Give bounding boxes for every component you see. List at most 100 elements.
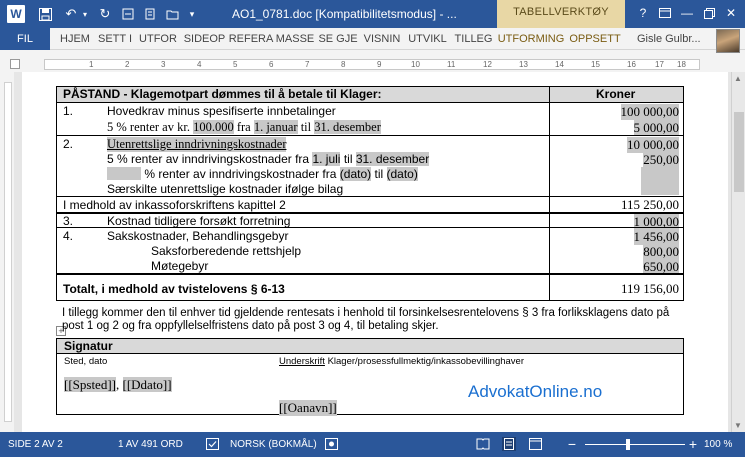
interest-addendum: I tillegg kommer den til enhver tid gjel… (62, 307, 670, 332)
scroll-down-icon[interactable]: ▼ (734, 421, 742, 430)
word-logo-icon[interactable]: W (7, 5, 25, 23)
customize-qat-icon[interactable]: ▾ (186, 5, 198, 23)
row-subline: Særskilte utenrettslige kostnader ifølge… (107, 182, 344, 196)
tab-table-design[interactable]: UTFORMING (498, 28, 565, 50)
tab-selector-icon[interactable] (10, 59, 20, 69)
vertical-scrollbar[interactable]: ▲ ▼ (731, 72, 745, 432)
scroll-up-icon[interactable]: ▲ (734, 74, 742, 83)
place-date-label: Sted, dato (64, 356, 108, 367)
amount-value[interactable]: 1 456,00 (633, 229, 679, 245)
proofing-icon[interactable] (205, 437, 219, 451)
tab-home[interactable]: HJEM (56, 28, 94, 50)
ruler-label: 16 (627, 60, 636, 69)
amount-field-empty[interactable] (641, 167, 679, 195)
amount-value[interactable]: 10 000,00 (627, 137, 679, 153)
restore-icon[interactable] (698, 4, 720, 22)
zoom-slider[interactable] (585, 444, 685, 445)
tab-table-layout[interactable]: OPPSETT (566, 28, 624, 50)
signer-name-field[interactable]: [[Oanavn]] (279, 400, 337, 416)
tab-developer[interactable]: UTVIKL (405, 28, 450, 50)
amount-value[interactable]: 100 000,00 (620, 104, 679, 120)
ribbon-display-icon[interactable] (654, 4, 676, 22)
to-date-field[interactable]: 31. desember (314, 120, 381, 134)
print-preview-icon[interactable] (142, 5, 158, 23)
signer-label: Underskrift Klager/prosessfullmektig/ink… (279, 356, 525, 367)
tab-addins[interactable]: TILLEG (451, 28, 496, 50)
place-field[interactable]: [[Spsted]] (64, 377, 116, 392)
touch-mode-icon[interactable] (120, 5, 136, 23)
to-date-field[interactable]: (dato) (386, 167, 418, 181)
from-date-field[interactable]: (dato) (339, 167, 372, 181)
minimize-icon[interactable]: — (676, 4, 698, 22)
signature-table[interactable]: Signatur Sted, dato Underskrift Klager/p… (56, 338, 684, 416)
amount-value[interactable]: 800,00 (643, 244, 679, 260)
title-bar: W ↶ ▾ ↻ ▾ AO1_0781.doc [Kompatibilitetsm… (0, 0, 745, 48)
total-row: Totalt, i medhold av tvistelovens § 6-13… (57, 273, 683, 300)
to-date-field[interactable]: 31. desember (355, 152, 430, 166)
claim-table[interactable]: PÅSTAND - Klagemotpart dømmes til å beta… (56, 86, 684, 301)
scroll-thumb[interactable] (734, 112, 744, 192)
ruler-label: 18 (677, 60, 686, 69)
status-bar: SIDE 2 AV 2 1 AV 491 ORD NORSK (BOKMÅL) … (0, 432, 745, 457)
undo-icon[interactable]: ↶ (62, 5, 80, 23)
redo-icon[interactable]: ↻ (96, 5, 114, 23)
ruler-label: 17 (655, 60, 664, 69)
tab-mailings[interactable]: MASSE (274, 28, 316, 50)
web-layout-icon[interactable] (528, 437, 542, 451)
save-icon[interactable] (36, 5, 54, 23)
document-page[interactable]: PÅSTAND - Klagemotpart dømmes til å beta… (22, 72, 728, 432)
row-title: Kostnad tidligere forsøkt forretning (107, 214, 291, 228)
close-icon[interactable]: ✕ (720, 4, 742, 22)
ruler-label: 11 (447, 60, 456, 69)
tab-file[interactable]: FIL (0, 28, 50, 50)
undo-dropdown-icon[interactable]: ▾ (80, 5, 90, 23)
row-number: 1. (63, 104, 74, 118)
place-date-fields: [[Spsted]], [[Ddato]] (64, 377, 172, 392)
date-field[interactable]: [[Ddato]] (122, 377, 172, 392)
print-layout-icon[interactable] (502, 437, 516, 451)
row-number: 3. (63, 214, 74, 228)
page-indicator[interactable]: SIDE 2 AV 2 (8, 439, 63, 450)
kroner-heading: Kroner (596, 87, 636, 101)
table-tools-label: TABELLVERKTØY (513, 6, 609, 18)
from-date-field[interactable]: 1. januar (253, 120, 298, 134)
ribbon-tabs: FIL HJEM SETT I UTFOR SIDEOP REFERA MASS… (0, 28, 745, 50)
zoom-in-icon[interactable]: + (686, 436, 700, 452)
amount-value[interactable]: 5 000,00 (633, 120, 679, 136)
open-icon[interactable] (164, 5, 180, 23)
claim-heading: PÅSTAND - Klagemotpart dømmes til å beta… (63, 87, 382, 101)
ruler-label: 9 (377, 60, 382, 69)
zoom-slider-thumb[interactable] (626, 439, 630, 450)
tab-references[interactable]: REFERA (229, 28, 274, 50)
language-indicator[interactable]: NORSK (BOKMÅL) (230, 439, 317, 450)
ruler-label: 14 (555, 60, 564, 69)
from-date-field[interactable]: 1. juli (312, 152, 341, 166)
ruler-strip[interactable]: 1 2 3 4 5 6 7 8 9 10 11 12 13 14 15 16 1… (44, 59, 700, 70)
ruler-label: 13 (519, 60, 528, 69)
row-title: Sakskostnader, Behandlingsgebyr (107, 229, 289, 243)
help-icon[interactable]: ? (632, 4, 654, 22)
zoom-level[interactable]: 100 % (704, 439, 732, 450)
row-number: 2. (63, 137, 74, 151)
signature-heading: Signatur (57, 339, 683, 354)
user-name[interactable]: Gisle Gulbr... (637, 28, 701, 50)
tab-layout[interactable]: SIDEOP (181, 28, 228, 50)
vertical-ruler-strip[interactable] (4, 82, 12, 422)
avatar[interactable] (716, 29, 740, 53)
tab-view[interactable]: VISNIN (360, 28, 404, 50)
amount-value[interactable]: 250,00 (643, 152, 679, 168)
amount-field[interactable]: 100.000 (193, 120, 234, 134)
ruler-label: 4 (197, 60, 202, 69)
word-count[interactable]: 1 AV 491 ORD (118, 439, 183, 450)
read-mode-icon[interactable] (476, 437, 490, 451)
tab-insert[interactable]: SETT I (95, 28, 135, 50)
row-subline: Saksforberedende rettshjelp (151, 244, 302, 258)
tab-review[interactable]: SE GJE (318, 28, 358, 50)
tab-design[interactable]: UTFOR (137, 28, 179, 50)
horizontal-ruler: 1 2 3 4 5 6 7 8 9 10 11 12 13 14 15 16 1… (0, 56, 745, 72)
ruler-label: 12 (483, 60, 492, 69)
percent-field[interactable] (107, 167, 141, 180)
row-title[interactable]: Utenrettslige inndrivningskostnader (107, 137, 287, 152)
zoom-out-icon[interactable]: − (565, 436, 579, 452)
macro-record-icon[interactable] (324, 437, 338, 451)
